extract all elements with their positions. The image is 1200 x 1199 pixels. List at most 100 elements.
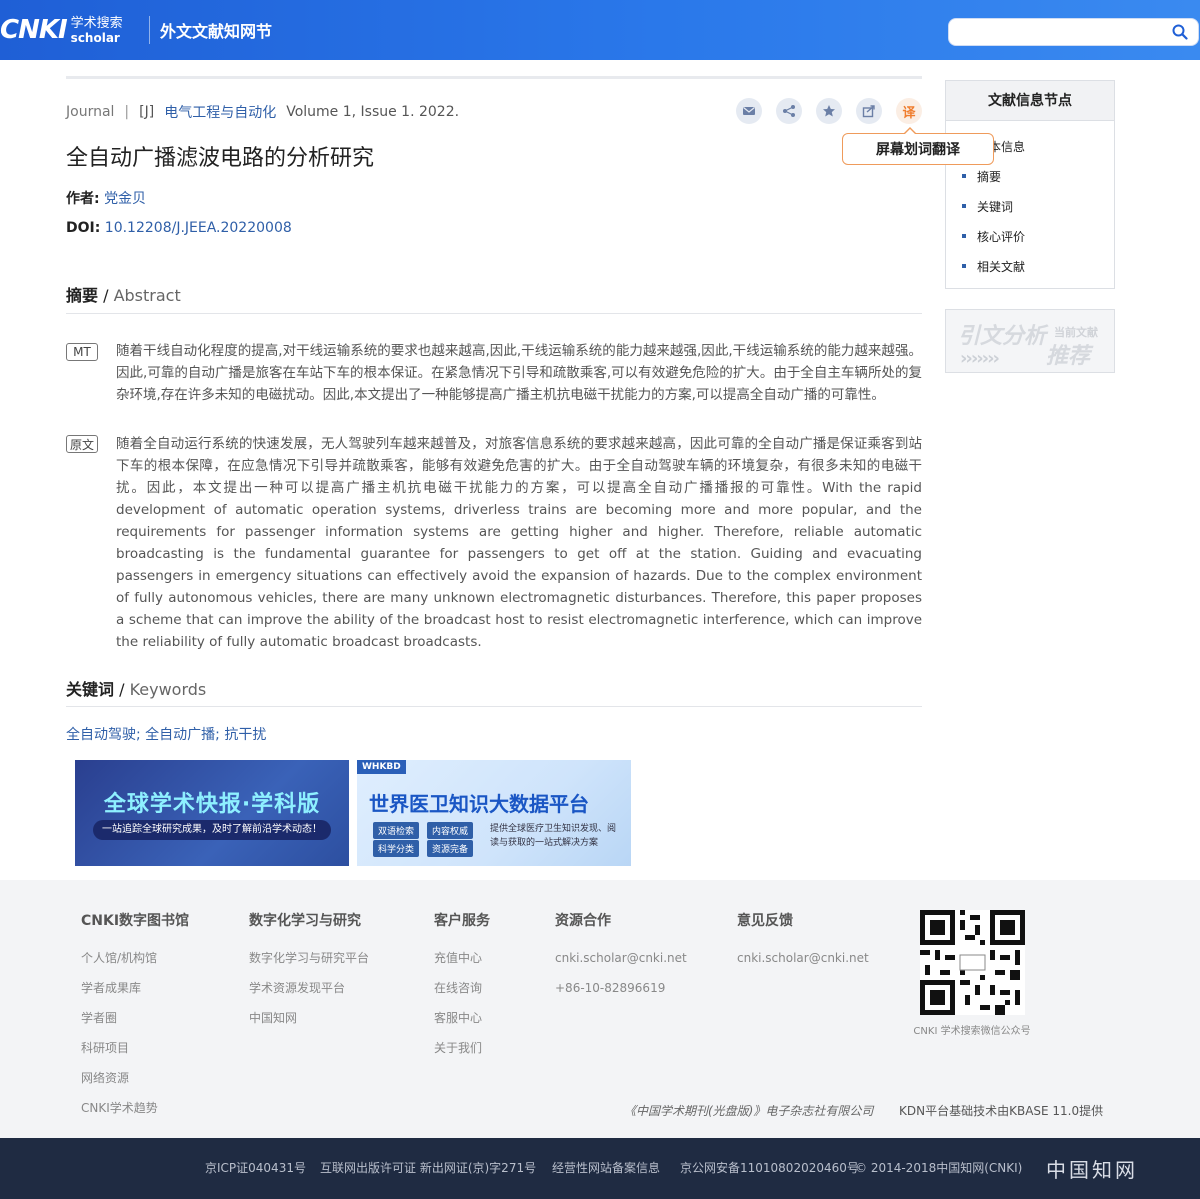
email-button[interactable]	[736, 98, 762, 124]
cnki-scholar-logo[interactable]: CNKI 学术搜索 scholar	[0, 14, 123, 46]
footer-corp: 《中国学术期刊(光盘版)》电子杂志社有限公司	[624, 1104, 874, 1118]
qr-caption: CNKI 学术搜索微信公众号	[913, 1026, 1031, 1037]
info-node-label: 核心评价	[977, 229, 1026, 244]
arrows-icon: ›››››››	[960, 348, 1000, 369]
academic-express-banner[interactable]: 全球学术快报·学科版 一站追踪全球研究成果，及时了解前沿学术动态！	[75, 760, 349, 866]
meta-separator: |	[124, 104, 130, 120]
footer-link[interactable]: 客服中心	[434, 1010, 490, 1040]
top-header: CNKI 学术搜索 scholar 外文文献知网节	[0, 0, 1200, 60]
abstract-divider	[66, 313, 922, 314]
share-button[interactable]	[776, 98, 802, 124]
keywords-heading-cn: 关键词	[66, 680, 115, 699]
footer-link[interactable]: 在线咨询	[434, 980, 490, 1010]
logo-sub: 学术搜索 scholar	[71, 17, 123, 44]
favorite-button[interactable]	[816, 98, 842, 124]
banner2-badge: WHKBD	[357, 760, 406, 774]
footer-col-heading: 意见反馈	[737, 913, 793, 929]
keyword-links[interactable]: 全自动驾驶; 全自动广播; 抗干扰	[66, 724, 266, 744]
footer-col-service: 客户服务 充值中心 在线咨询 客服中心 关于我们	[434, 910, 490, 1070]
footer-email[interactable]: cnki.scholar@cnki.net	[737, 950, 869, 980]
meta-type: Journal	[66, 104, 115, 120]
footer-col-heading: CNKI数字图书馆	[81, 913, 190, 929]
info-node-label: 关键词	[977, 199, 1014, 214]
meta-journal-link[interactable]: 电气工程与自动化	[164, 102, 276, 122]
header-divider	[149, 16, 150, 44]
doi-link[interactable]: 10.12208/J.JEEA.20220008	[105, 220, 292, 236]
logo-cnki-text: CNKI	[0, 15, 68, 45]
footer-link[interactable]: 数字化学习与研究平台	[249, 950, 369, 980]
authors-row: 作者: 党金贝	[66, 188, 146, 208]
abstract-heading-cn: 摘要	[66, 286, 99, 305]
footer-link[interactable]: CNKI学术趋势	[81, 1100, 189, 1130]
banner2-chip: 科学分类	[373, 840, 420, 857]
info-node-keywords[interactable]: 关键词	[946, 191, 1114, 221]
info-node-evaluation[interactable]: 核心评价	[946, 221, 1114, 251]
footer-link[interactable]: 学者圈	[81, 1010, 189, 1040]
meta-journal-type: [J]	[139, 104, 155, 120]
info-node-panel: 文献信息节点 基本信息 摘要 关键词 核心评价 相关文献	[945, 80, 1115, 289]
info-node-label: 相关文献	[977, 259, 1026, 274]
footer-link[interactable]: 学术资源发现平台	[249, 980, 369, 1010]
keywords-heading-en: Keywords	[129, 680, 207, 699]
police-filing[interactable]: 京公网安备11010802020460号	[680, 1159, 859, 1176]
info-node-heading: 文献信息节点	[946, 81, 1114, 121]
keywords-heading: 关键词 / Keywords	[66, 676, 206, 700]
translate-button[interactable]: 译	[896, 98, 922, 124]
bullet-icon	[962, 234, 966, 238]
medical-knowledge-banner[interactable]: WHKBD 世界医卫知识大数据平台 双语检索 内容权威 科学分类 资源完备 提供…	[357, 760, 631, 866]
citation-analysis-text: 引文分析	[958, 324, 1047, 349]
translate-tooltip: 屏幕划词翻译	[842, 127, 994, 165]
search-input[interactable]	[959, 19, 1169, 45]
footer-col-cooperation: 资源合作 cnki.scholar@cnki.net +86-10-828966…	[555, 910, 687, 1010]
footer-email[interactable]: cnki.scholar@cnki.net	[555, 950, 687, 980]
footer-col-heading: 客户服务	[434, 913, 490, 929]
logo-en-text: scholar	[70, 30, 120, 45]
article-meta: Journal | [J] 电气工程与自动化 Volume 1, Issue 1…	[66, 102, 459, 122]
star-icon	[823, 105, 835, 117]
info-node-label: 摘要	[977, 169, 1002, 184]
wechat-qr-code	[920, 910, 1025, 1015]
author-link[interactable]: 党金贝	[104, 191, 146, 207]
abstract-heading-en: Abstract	[113, 286, 181, 305]
info-node-abstract[interactable]: 摘要	[946, 161, 1114, 191]
export-icon	[862, 105, 875, 118]
footer-col-heading: 数字化学习与研究	[249, 913, 361, 929]
bullet-icon	[962, 174, 966, 178]
citation-analysis-button[interactable]: 引文分析 当前文献 推荐 ›››››››	[945, 309, 1115, 373]
search-box[interactable]	[948, 18, 1199, 46]
abstract-original-text: 随着全自动运行系统的快速发展，无人驾驶列车越来越普及，对旅客信息系统的要求越来越…	[116, 436, 922, 650]
info-node-related[interactable]: 相关文献	[946, 251, 1114, 281]
footer-link[interactable]: 关于我们	[434, 1040, 490, 1070]
business-filing[interactable]: 经营性网站备案信息	[552, 1159, 660, 1176]
banner1-title: 全球学术快报·学科版	[103, 792, 321, 817]
banner2-chip: 资源完备	[427, 840, 474, 857]
publishing-license[interactable]: 互联网出版许可证 新出网证(京)字271号	[320, 1159, 536, 1176]
footer-link[interactable]: 网络资源	[81, 1070, 189, 1100]
doi-label: DOI:	[66, 220, 101, 236]
logo-cn-text: 学术搜索	[70, 15, 123, 31]
banner2-description: 提供全球医疗卫生知识发现、阅读与获取的一站式解决方案	[490, 824, 617, 848]
footer-link[interactable]: 学者成果库	[81, 980, 189, 1010]
article-title: 全自动广播滤波电路的分析研究	[66, 146, 375, 171]
footer-link[interactable]: 充值中心	[434, 950, 490, 980]
site-title: 外文文献知网节	[160, 22, 273, 41]
footer-link[interactable]: 个人馆/机构馆	[81, 950, 189, 980]
export-button[interactable]	[856, 98, 882, 124]
footer-link[interactable]: 科研项目	[81, 1040, 189, 1070]
footer-kdn: KDN平台基础技术由KBASE 11.0提供	[899, 1104, 1104, 1118]
search-icon[interactable]	[1172, 24, 1188, 40]
cnki-footer-logo: 中国知网	[1046, 1158, 1138, 1182]
abstract-mt-text: 随着干线自动化程度的提高,对干线运输系统的要求也越来越高,因此,干线运输系统的能…	[116, 343, 922, 403]
author-label: 作者:	[66, 191, 100, 207]
action-toolbar: 译	[736, 98, 922, 124]
icp-license[interactable]: 京ICP证040431号	[205, 1159, 306, 1176]
footer-col-learning: 数字化学习与研究 数字化学习与研究平台 学术资源发现平台 中国知网	[249, 910, 369, 1040]
content-top-divider	[66, 76, 922, 79]
footer-link[interactable]: 中国知网	[249, 1010, 369, 1040]
abstract-heading-sep: /	[98, 286, 114, 305]
keywords-heading-sep: /	[114, 680, 130, 699]
footer-col-feedback: 意见反馈 cnki.scholar@cnki.net	[737, 910, 869, 980]
footer-col-library: CNKI数字图书馆 个人馆/机构馆 学者成果库 学者圈 科研项目 网络资源 CN…	[81, 910, 189, 1130]
footer-col-heading: 资源合作	[555, 913, 611, 929]
original-tag: 原文	[66, 435, 98, 453]
